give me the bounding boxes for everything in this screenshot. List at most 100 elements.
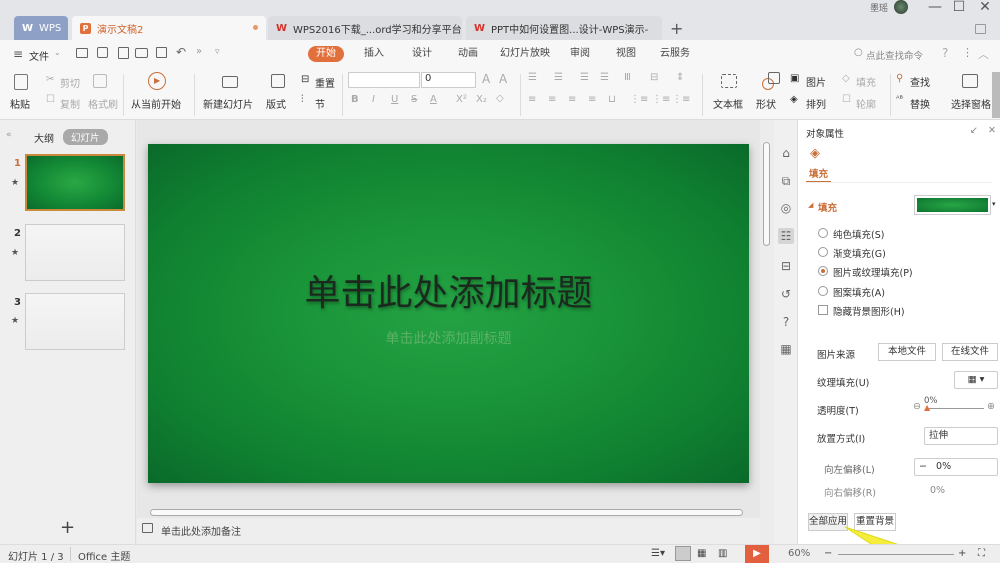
offset-right-value[interactable]: 0% bbox=[930, 485, 945, 496]
dock-icon[interactable]: ↙ bbox=[970, 125, 978, 136]
tab-review[interactable]: 审阅 bbox=[562, 46, 598, 62]
horizontal-scrollbar[interactable] bbox=[150, 509, 743, 516]
reset-button[interactable]: 重置 bbox=[315, 75, 335, 90]
file-menu[interactable]: 文件 bbox=[29, 48, 49, 63]
from-current-button[interactable]: 从当前开始 bbox=[131, 96, 181, 111]
align-text-icon[interactable]: ⊟ bbox=[650, 72, 658, 83]
history-icon[interactable]: ↺ bbox=[778, 286, 794, 302]
fill-color-swatch[interactable] bbox=[914, 195, 991, 215]
tab-slideshow[interactable]: 幻灯片放映 bbox=[492, 46, 558, 62]
online-file-button[interactable]: 在线文件 bbox=[942, 343, 998, 361]
transparency-slider[interactable] bbox=[926, 408, 984, 409]
more-icon[interactable]: » bbox=[196, 46, 202, 57]
decrease-font-icon[interactable]: A bbox=[499, 72, 507, 86]
section-button[interactable]: 节 bbox=[315, 96, 325, 111]
align-right-icon[interactable]: ≡ bbox=[568, 94, 576, 105]
hide-bg-label[interactable]: 隐藏背景图形(H) bbox=[833, 304, 905, 318]
italic-icon[interactable]: I bbox=[372, 94, 375, 105]
fill-color-dropdown-icon[interactable]: ▾ bbox=[992, 200, 996, 208]
subtitle-placeholder[interactable]: 单击此处添加副标题 bbox=[148, 328, 749, 348]
placement-select[interactable]: 拉伸 bbox=[924, 427, 998, 445]
fill-tab[interactable]: 填充 bbox=[809, 166, 828, 180]
slide-sorter-icon[interactable]: ▦ bbox=[697, 548, 706, 559]
increase-indent-icon[interactable]: ☰ bbox=[600, 72, 609, 83]
slide-design-icon[interactable]: ⧉ bbox=[778, 173, 794, 189]
properties-icon[interactable]: ☷ bbox=[778, 228, 794, 244]
panel-title[interactable]: 对象属性 bbox=[806, 126, 844, 140]
offset-left-stepper[interactable]: − 0% bbox=[914, 458, 998, 476]
copy-button[interactable]: 复制 bbox=[60, 96, 80, 111]
pattern-fill-radio[interactable] bbox=[818, 286, 828, 296]
align-left-icon[interactable]: ≡ bbox=[528, 94, 536, 105]
tab-document[interactable]: P 演示文稿2 bbox=[72, 16, 266, 40]
shapes-icon[interactable]: ◎ bbox=[778, 200, 794, 216]
numbering-icon[interactable]: ☰ bbox=[554, 72, 563, 83]
section-collapse-icon[interactable]: ◢ bbox=[808, 201, 813, 209]
superscript-icon[interactable]: X² bbox=[456, 94, 467, 105]
notes-placeholder[interactable]: 单击此处添加备注 bbox=[161, 523, 241, 538]
list-level-icon[interactable]: ⋮≡ bbox=[672, 94, 690, 105]
command-search[interactable]: 点此查找命令 bbox=[866, 48, 923, 62]
tab-view[interactable]: 视图 bbox=[608, 46, 644, 62]
tab-animation[interactable]: 动画 bbox=[450, 46, 486, 62]
collapse-ribbon-icon[interactable]: ︿ bbox=[978, 46, 989, 62]
play-slideshow-button[interactable]: ▶ bbox=[745, 545, 769, 563]
notes-area[interactable]: 单击此处添加备注 bbox=[137, 518, 760, 544]
user-name[interactable]: 墨瑶 bbox=[870, 1, 888, 14]
line-spacing-icon[interactable]: ⇕ bbox=[676, 72, 684, 83]
export-pdf-icon[interactable] bbox=[118, 47, 129, 59]
print-icon[interactable] bbox=[135, 48, 148, 58]
archive-icon[interactable]: ⊟ bbox=[778, 258, 794, 274]
distribute-icon[interactable]: ⊔ bbox=[608, 94, 616, 105]
replace-button[interactable]: 替换 bbox=[910, 96, 930, 111]
columns-icon[interactable]: ⋮≡ bbox=[630, 94, 648, 105]
font-size-select[interactable]: 0 bbox=[421, 72, 476, 88]
minimize-button[interactable]: — bbox=[924, 0, 946, 16]
picture-button[interactable]: 图片 bbox=[806, 74, 826, 89]
notes-toggle-icon[interactable]: ☰▾ bbox=[651, 548, 665, 559]
slide-thumbnail-2[interactable] bbox=[25, 224, 125, 281]
solid-fill-label[interactable]: 纯色填充(S) bbox=[833, 227, 884, 241]
selection-pane-button[interactable]: 选择窗格 bbox=[951, 96, 991, 111]
font-name-select[interactable] bbox=[348, 72, 420, 88]
maximize-button[interactable]: ☐ bbox=[948, 0, 970, 16]
close-panel-icon[interactable]: ✕ bbox=[988, 125, 996, 136]
picture-fill-label[interactable]: 图片或纹理填充(P) bbox=[833, 265, 913, 279]
title-placeholder[interactable]: 单击此处添加标题 bbox=[148, 264, 749, 316]
vertical-scrollbar[interactable] bbox=[760, 120, 774, 544]
solid-fill-radio[interactable] bbox=[818, 228, 828, 238]
tab-browser-2[interactable]: W PPT中如何设置图...设计-WPS演示- bbox=[466, 16, 662, 40]
fill-section-label[interactable]: 填充 bbox=[818, 200, 837, 214]
shape-button[interactable]: 形状 bbox=[756, 96, 776, 111]
fit-window-icon[interactable]: ⛶ bbox=[978, 548, 985, 559]
tab-browser-1[interactable]: W WPS2016下载_...ord学习和分享平台 bbox=[268, 16, 462, 40]
increase-font-icon[interactable]: A bbox=[482, 72, 490, 86]
transparency-decrease-icon[interactable]: ⊖ bbox=[913, 401, 921, 412]
gradient-fill-radio[interactable] bbox=[818, 247, 828, 257]
help-circle-icon[interactable]: ? bbox=[778, 314, 794, 330]
format-painter-button[interactable]: 格式刷 bbox=[88, 96, 118, 111]
slide-thumbnail-1[interactable] bbox=[25, 154, 125, 211]
ribbon-scroll-right[interactable] bbox=[992, 72, 1000, 118]
fill-button[interactable]: 填充 bbox=[856, 74, 876, 89]
text-direction-icon[interactable]: Ⅲ bbox=[624, 72, 631, 83]
list-icon[interactable]: ⋮≡ bbox=[652, 94, 670, 105]
font-color-icon[interactable]: A bbox=[430, 94, 437, 105]
print-preview-icon[interactable] bbox=[156, 47, 167, 58]
gradient-fill-label[interactable]: 渐变填充(G) bbox=[833, 246, 886, 260]
sidebar-toggle-icon[interactable] bbox=[975, 24, 986, 34]
slider-handle[interactable]: ▲ bbox=[924, 403, 930, 412]
tab-home[interactable]: 开始 bbox=[308, 46, 344, 62]
customize-icon[interactable]: ▿ bbox=[215, 47, 220, 57]
tab-cloud[interactable]: 云服务 bbox=[652, 46, 698, 62]
tab-wps-home[interactable]: W WPS bbox=[14, 16, 68, 40]
tab-design[interactable]: 设计 bbox=[404, 46, 440, 62]
apps-grid-icon[interactable]: ▦ bbox=[778, 341, 794, 357]
texture-select[interactable]: ▦ ▾ bbox=[954, 371, 998, 389]
layout-button[interactable]: 版式 bbox=[266, 96, 286, 111]
paste-button[interactable]: 粘贴 bbox=[10, 96, 30, 111]
zoom-out-icon[interactable]: − bbox=[824, 548, 832, 559]
zoom-level[interactable]: 60% bbox=[788, 548, 810, 559]
home-icon[interactable]: ⌂ bbox=[778, 145, 794, 161]
chevron-down-icon[interactable]: ⌄ bbox=[54, 48, 61, 57]
